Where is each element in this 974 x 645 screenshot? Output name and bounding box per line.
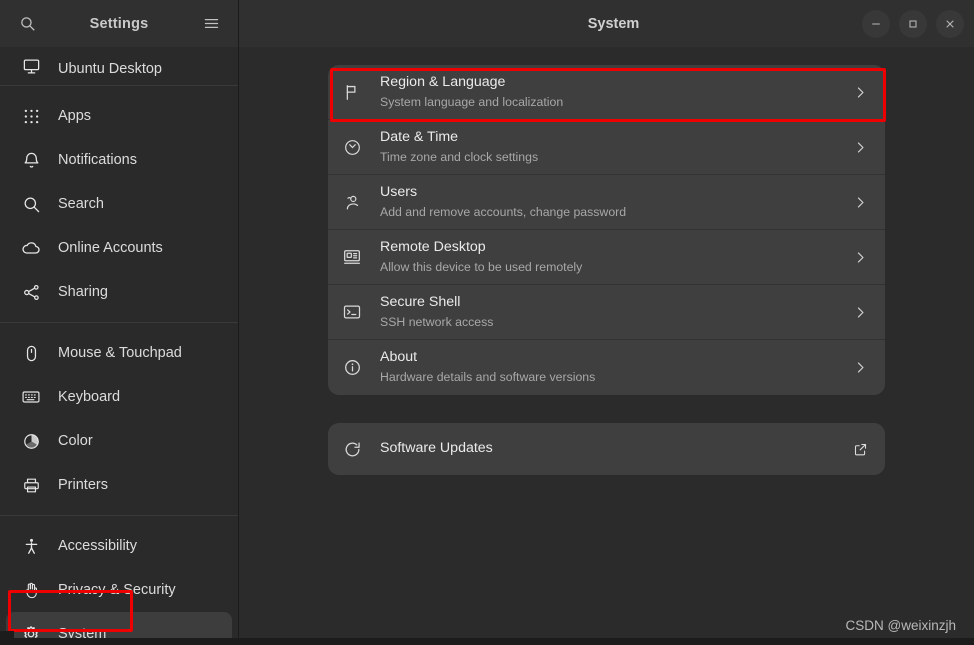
row-title: Region & Language [380,74,851,92]
chevron-right-icon[interactable] [851,138,869,156]
window-controls [862,10,964,38]
clock-icon [340,135,364,159]
row-secure-shell[interactable]: Secure Shell SSH network access [328,285,885,340]
maximize-icon[interactable] [899,10,927,38]
row-title: Remote Desktop [380,239,851,257]
row-text: About Hardware details and software vers… [380,349,851,385]
page-title: System [255,16,862,32]
row-subtitle: Hardware details and software versions [380,369,851,386]
watermark-text: CSDN @weixinzjh [846,618,956,633]
close-icon[interactable] [936,10,964,38]
chevron-right-icon[interactable] [851,83,869,101]
chevron-right-icon[interactable] [851,193,869,211]
row-text: Date & Time Time zone and clock settings [380,129,851,165]
search-icon [20,193,42,215]
main-pane: System [239,0,974,645]
sidebar-divider [0,85,238,86]
settings-list: Region & Language System language and lo… [239,47,974,645]
row-text: Region & Language System language and lo… [380,74,851,110]
sidebar-item-label: Apps [58,108,91,124]
chevron-right-icon[interactable] [851,303,869,321]
sidebar-title: Settings [40,16,198,32]
sidebar-item-label: Printers [58,477,108,493]
bell-icon [20,149,42,171]
chevron-right-icon[interactable] [851,248,869,266]
row-text: Remote Desktop Allow this device to be u… [380,239,851,275]
mouse-icon [20,342,42,364]
apps-grid-icon [20,105,42,127]
sidebar-item-privacy-security[interactable]: Privacy & Security [6,568,232,612]
external-link-icon[interactable] [851,440,869,458]
sidebar-item-keyboard[interactable]: Keyboard [6,375,232,419]
terminal-icon [340,300,364,324]
ubuntu-desktop-icon [20,55,42,77]
refresh-icon [340,437,364,461]
sidebar-item-printers[interactable]: Printers [6,463,232,507]
row-title: Secure Shell [380,294,851,312]
accessibility-person-icon [20,535,42,557]
sidebar-item-label: Mouse & Touchpad [58,345,182,361]
row-title: Users [380,184,851,202]
row-subtitle: SSH network access [380,314,851,331]
hamburger-menu-icon[interactable] [198,11,224,37]
row-text: Users Add and remove accounts, change pa… [380,184,851,220]
sidebar-item-sharing[interactable]: Sharing [6,270,232,314]
sidebar-divider [0,322,238,323]
row-text: Software Updates [380,440,851,458]
sidebar-item-label: Online Accounts [58,240,163,256]
row-subtitle: System language and localization [380,94,851,111]
row-about[interactable]: About Hardware details and software vers… [328,340,885,395]
row-region-language[interactable]: Region & Language System language and lo… [328,65,885,120]
cloud-icon [20,237,42,259]
chevron-right-icon[interactable] [851,359,869,377]
row-title: Date & Time [380,129,851,147]
sidebar-item-label: Search [58,196,104,212]
sidebar-item-label: Ubuntu Desktop [58,61,162,77]
sidebar-item-label: Sharing [58,284,108,300]
sidebar: Settings Ubuntu Desktop [0,0,239,645]
keyboard-icon [20,386,42,408]
row-title: Software Updates [380,440,851,458]
row-remote-desktop[interactable]: Remote Desktop Allow this device to be u… [328,230,885,285]
settings-window: Settings Ubuntu Desktop [0,0,974,645]
color-wheel-icon [20,430,42,452]
sidebar-nav-list[interactable]: Ubuntu Desktop Apps [0,47,238,645]
system-settings-card: Region & Language System language and lo… [328,65,885,395]
sidebar-item-accessibility[interactable]: Accessibility [6,524,232,568]
row-subtitle: Time zone and clock settings [380,149,851,166]
printer-icon [20,474,42,496]
info-circle-icon [340,356,364,380]
row-date-time[interactable]: Date & Time Time zone and clock settings [328,120,885,175]
minimize-icon[interactable] [862,10,890,38]
sidebar-item-label: Notifications [58,152,137,168]
sidebar-item-label: Privacy & Security [58,582,176,598]
sidebar-item-online-accounts[interactable]: Online Accounts [6,226,232,270]
software-updates-card: Software Updates [328,423,885,475]
sidebar-item-label: Color [58,433,93,449]
row-title: About [380,349,851,367]
row-users[interactable]: Users Add and remove accounts, change pa… [328,175,885,230]
sidebar-item-search[interactable]: Search [6,182,232,226]
sidebar-item-notifications[interactable]: Notifications [6,138,232,182]
sidebar-item-label: Keyboard [58,389,120,405]
window-bottom-edge [0,638,974,645]
hand-icon [20,579,42,601]
sidebar-item-mouse-touchpad[interactable]: Mouse & Touchpad [6,331,232,375]
sidebar-item-color[interactable]: Color [6,419,232,463]
share-nodes-icon [20,281,42,303]
sidebar-divider [0,515,238,516]
sidebar-item-label: Accessibility [58,538,137,554]
remote-desktop-icon [340,245,364,269]
user-icon [340,190,364,214]
row-software-updates[interactable]: Software Updates [328,423,885,475]
sidebar-header: Settings [0,0,238,47]
search-icon[interactable] [14,11,40,37]
sidebar-item-ubuntu-desktop[interactable]: Ubuntu Desktop [6,47,232,77]
flag-icon [340,80,364,104]
row-subtitle: Allow this device to be used remotely [380,259,851,276]
main-header: System [239,0,974,47]
row-text: Secure Shell SSH network access [380,294,851,330]
sidebar-item-apps[interactable]: Apps [6,94,232,138]
row-subtitle: Add and remove accounts, change password [380,204,851,221]
